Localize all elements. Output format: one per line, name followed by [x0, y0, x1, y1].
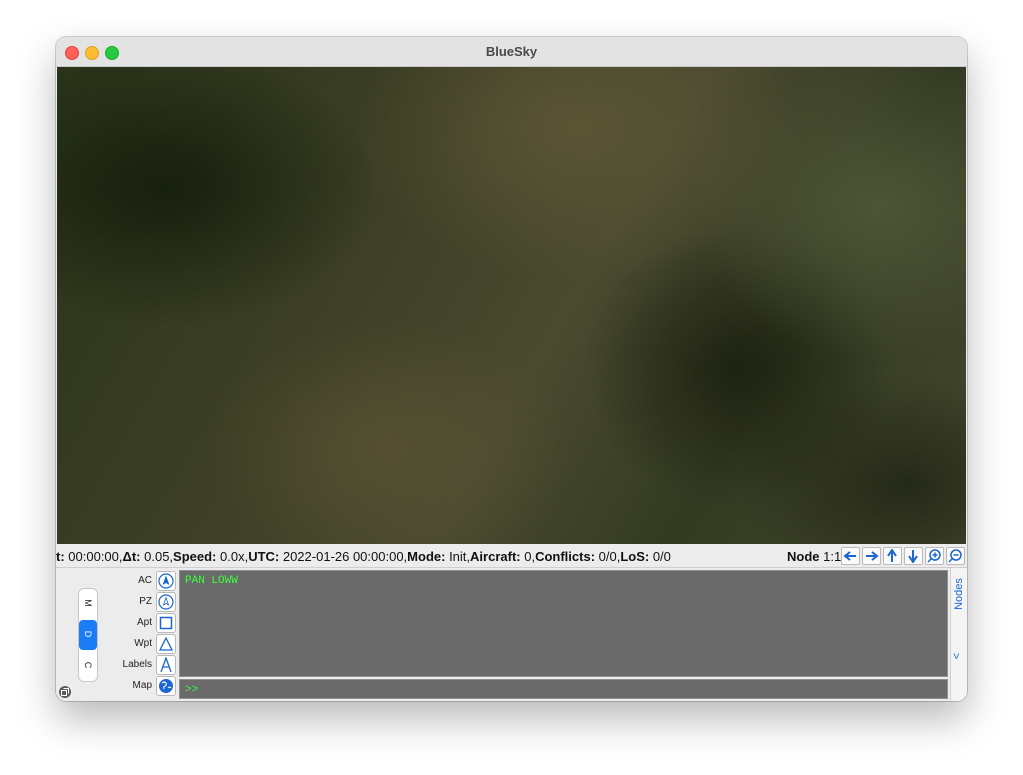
- status-dt-label: Δt:: [122, 549, 141, 564]
- tab-c[interactable]: C: [79, 651, 97, 681]
- toggle-protected-zone-label: PZ: [139, 596, 152, 607]
- radar-display[interactable]: [57, 67, 966, 544]
- aircraft-icon: [158, 573, 174, 589]
- tab-d[interactable]: D: [79, 620, 97, 650]
- pan-left-button[interactable]: [841, 547, 860, 565]
- status-bar: t: 00:00:00,Δt: 0.05,Speed: 0.0x,UTC: 20…: [56, 544, 967, 568]
- command-input[interactable]: [204, 682, 938, 698]
- detach-glyph: [61, 688, 69, 696]
- pan-right-button[interactable]: [862, 547, 881, 565]
- status-mode-label: Mode:: [407, 549, 446, 564]
- tab-d-label: D: [83, 630, 93, 638]
- toggle-labels: Labels: [106, 655, 176, 675]
- toggle-waypoints-label: Wpt: [134, 638, 152, 649]
- status-los-value: 0/0: [649, 549, 671, 564]
- status-utc-label: UTC:: [248, 549, 280, 564]
- nodes-panel-toggle[interactable]: Nodes <: [950, 568, 967, 701]
- bluesky-window: BlueSky t: 00:00:00,Δt: 0.05,Speed: 0.0x…: [56, 37, 967, 701]
- status-time-value: 00:00:00,: [64, 549, 123, 564]
- status-time-label: t:: [56, 549, 65, 564]
- airport-icon: [159, 616, 173, 630]
- pan-up-button[interactable]: [883, 547, 902, 565]
- tab-c-label: C: [83, 661, 93, 669]
- status-aircraft-label: Aircraft:: [470, 549, 521, 564]
- arrow-up-icon: [887, 549, 897, 562]
- protected-zone-icon: [158, 594, 174, 610]
- side-tab-bar: M D C: [78, 588, 98, 682]
- toggle-aircraft-button[interactable]: [156, 571, 176, 591]
- detach-window-icon[interactable]: [59, 686, 71, 698]
- pan-down-button[interactable]: [904, 547, 923, 565]
- title-bar[interactable]: BlueSky: [56, 37, 967, 67]
- control-panel: M D C AC PZ Apt Wpt Labels Map PAN LOWW …: [56, 568, 967, 701]
- tab-m-label: M: [83, 599, 93, 607]
- nodes-tab-label: Nodes: [953, 578, 965, 610]
- toggle-waypoints: Wpt: [106, 634, 176, 654]
- toggle-waypoints-button[interactable]: [156, 634, 176, 654]
- status-utc-value: 2022-01-26 00:00:00,: [279, 549, 408, 564]
- simulation-status-line: t: 00:00:00,Δt: 0.05,Speed: 0.0x,UTC: 20…: [56, 549, 671, 564]
- status-mode-value: Init,: [445, 549, 471, 564]
- toggle-airports: Apt: [106, 613, 176, 633]
- window-title: BlueSky: [485, 44, 538, 59]
- globe-icon: [159, 679, 173, 693]
- node-label: Node: [787, 549, 820, 564]
- status-speed-label: Speed:: [173, 549, 217, 564]
- status-speed-value: 0.0x,: [216, 549, 249, 564]
- command-prompt: >>: [185, 684, 199, 696]
- status-conflicts-label: Conflicts:: [535, 549, 596, 564]
- zoom-out-icon: [948, 549, 962, 563]
- status-conflicts-value: 0/0,: [595, 549, 621, 564]
- toggle-labels-label: Labels: [122, 659, 152, 670]
- tab-m[interactable]: M: [79, 589, 97, 619]
- waypoint-icon: [158, 636, 174, 651]
- zoom-in-icon: [927, 549, 941, 563]
- toggle-map-label: Map: [132, 680, 152, 691]
- status-los-label: LoS:: [620, 549, 650, 564]
- labels-icon: [160, 657, 172, 673]
- toggle-protected-zone-button[interactable]: [156, 592, 176, 612]
- node-indicator: Node 1:1: [787, 549, 841, 564]
- toggle-map: Map: [106, 676, 176, 696]
- arrow-left-icon: [843, 551, 856, 561]
- status-dt-value: 0.05,: [140, 549, 174, 564]
- toggle-labels-button[interactable]: [156, 655, 176, 675]
- command-line[interactable]: >>: [179, 679, 948, 699]
- node-value: 1:1: [819, 549, 842, 564]
- toggle-airports-button[interactable]: [156, 613, 176, 633]
- status-aircraft-value: 0,: [520, 549, 536, 564]
- arrow-right-icon: [866, 551, 879, 561]
- toggle-map-button[interactable]: [156, 676, 176, 696]
- zoom-out-button[interactable]: [946, 547, 965, 565]
- echo-console: PAN LOWW: [179, 570, 948, 677]
- arrow-down-icon: [908, 550, 918, 563]
- echo-text: PAN LOWW: [185, 575, 238, 587]
- toggle-aircraft: AC: [106, 571, 176, 591]
- zoom-in-button[interactable]: [925, 547, 944, 565]
- toggle-aircraft-label: AC: [138, 575, 152, 586]
- nodes-chevron-icon: <: [951, 652, 964, 660]
- toggle-airports-label: Apt: [136, 617, 152, 628]
- toggle-protected-zone: PZ: [106, 592, 176, 612]
